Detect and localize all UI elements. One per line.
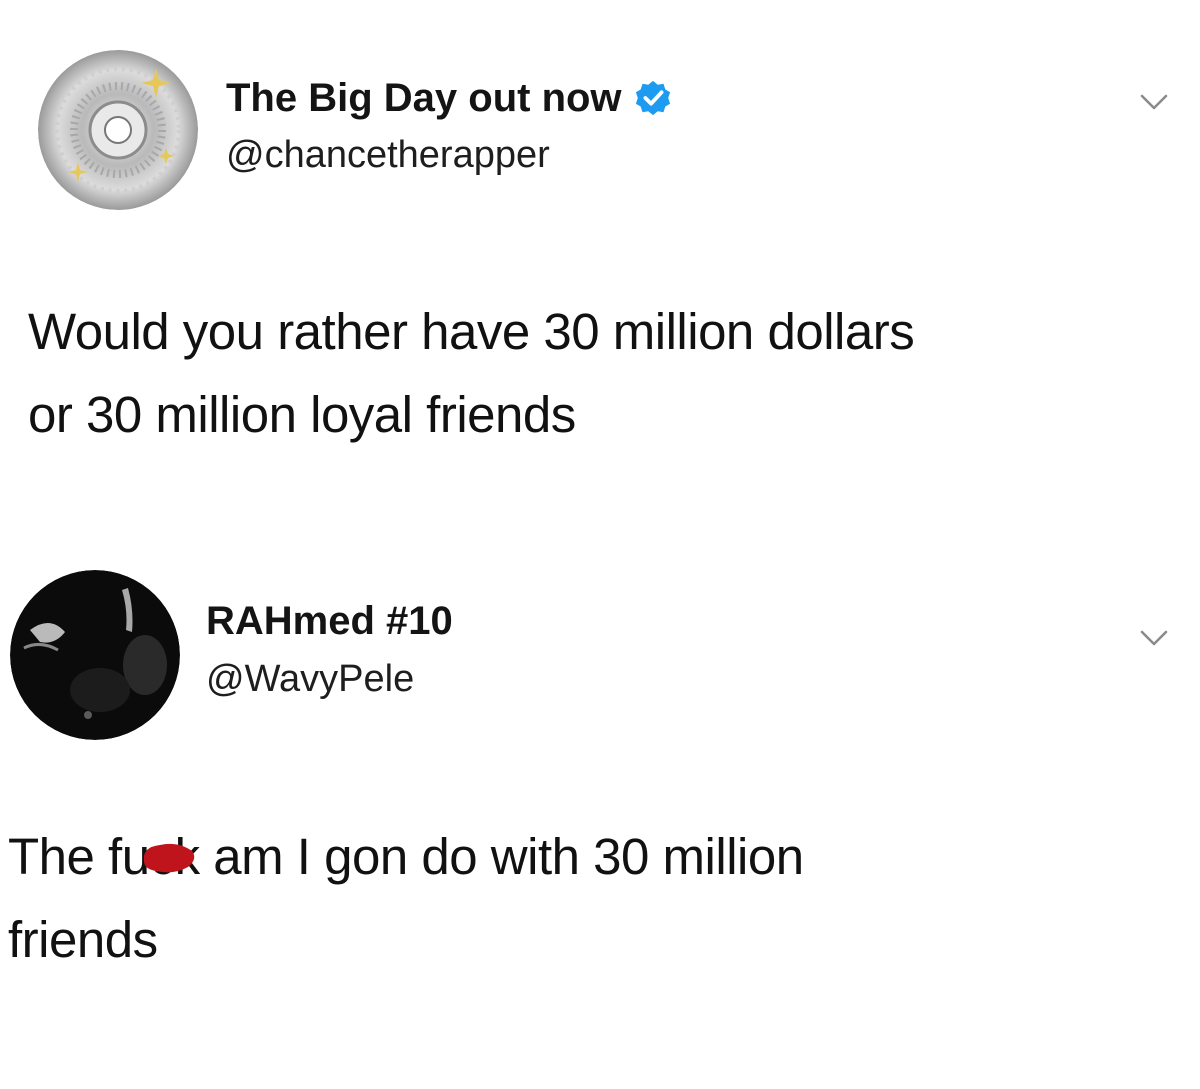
user-handle[interactable]: @WavyPele [206, 656, 414, 702]
censored-word: uck [122, 815, 200, 898]
chevron-down-icon[interactable] [1134, 618, 1174, 658]
disc-avatar-icon[interactable] [38, 50, 198, 210]
display-name[interactable]: RAHmed #10 [206, 597, 453, 645]
display-name-text: The Big Day out now [226, 76, 622, 120]
user-handle[interactable]: @chancetherapper [226, 132, 550, 178]
tweet-text-line: Would you rather have 30 million dollars [28, 303, 915, 360]
display-name-text: RAHmed #10 [206, 599, 453, 643]
display-name[interactable]: The Big Day out now [226, 74, 672, 122]
tweet-text: Would you rather have 30 million dollars… [28, 290, 1178, 456]
tweet-text-line: friends [8, 911, 158, 968]
red-censor-scribble-icon [143, 843, 194, 873]
verified-badge-icon [635, 80, 670, 116]
tweet-text-line: or 30 million loyal friends [28, 386, 576, 443]
tweet-text-segment: The f [8, 828, 122, 885]
chevron-down-icon[interactable] [1134, 82, 1174, 122]
tweet-text-line: The fuck am I gon do with 30 million [8, 815, 1158, 898]
tweet-card: The Big Day out now @chancetherapper Wou… [0, 0, 1200, 520]
tweet-card: RAHmed #10 @WavyPele The fuck am I gon d… [0, 520, 1200, 1089]
dark-photo-avatar-icon[interactable] [10, 570, 180, 740]
tweet-text-segment: am I gon do with 30 million [199, 828, 804, 885]
tweet-text: The fuck am I gon do with 30 million fri… [8, 815, 1158, 981]
